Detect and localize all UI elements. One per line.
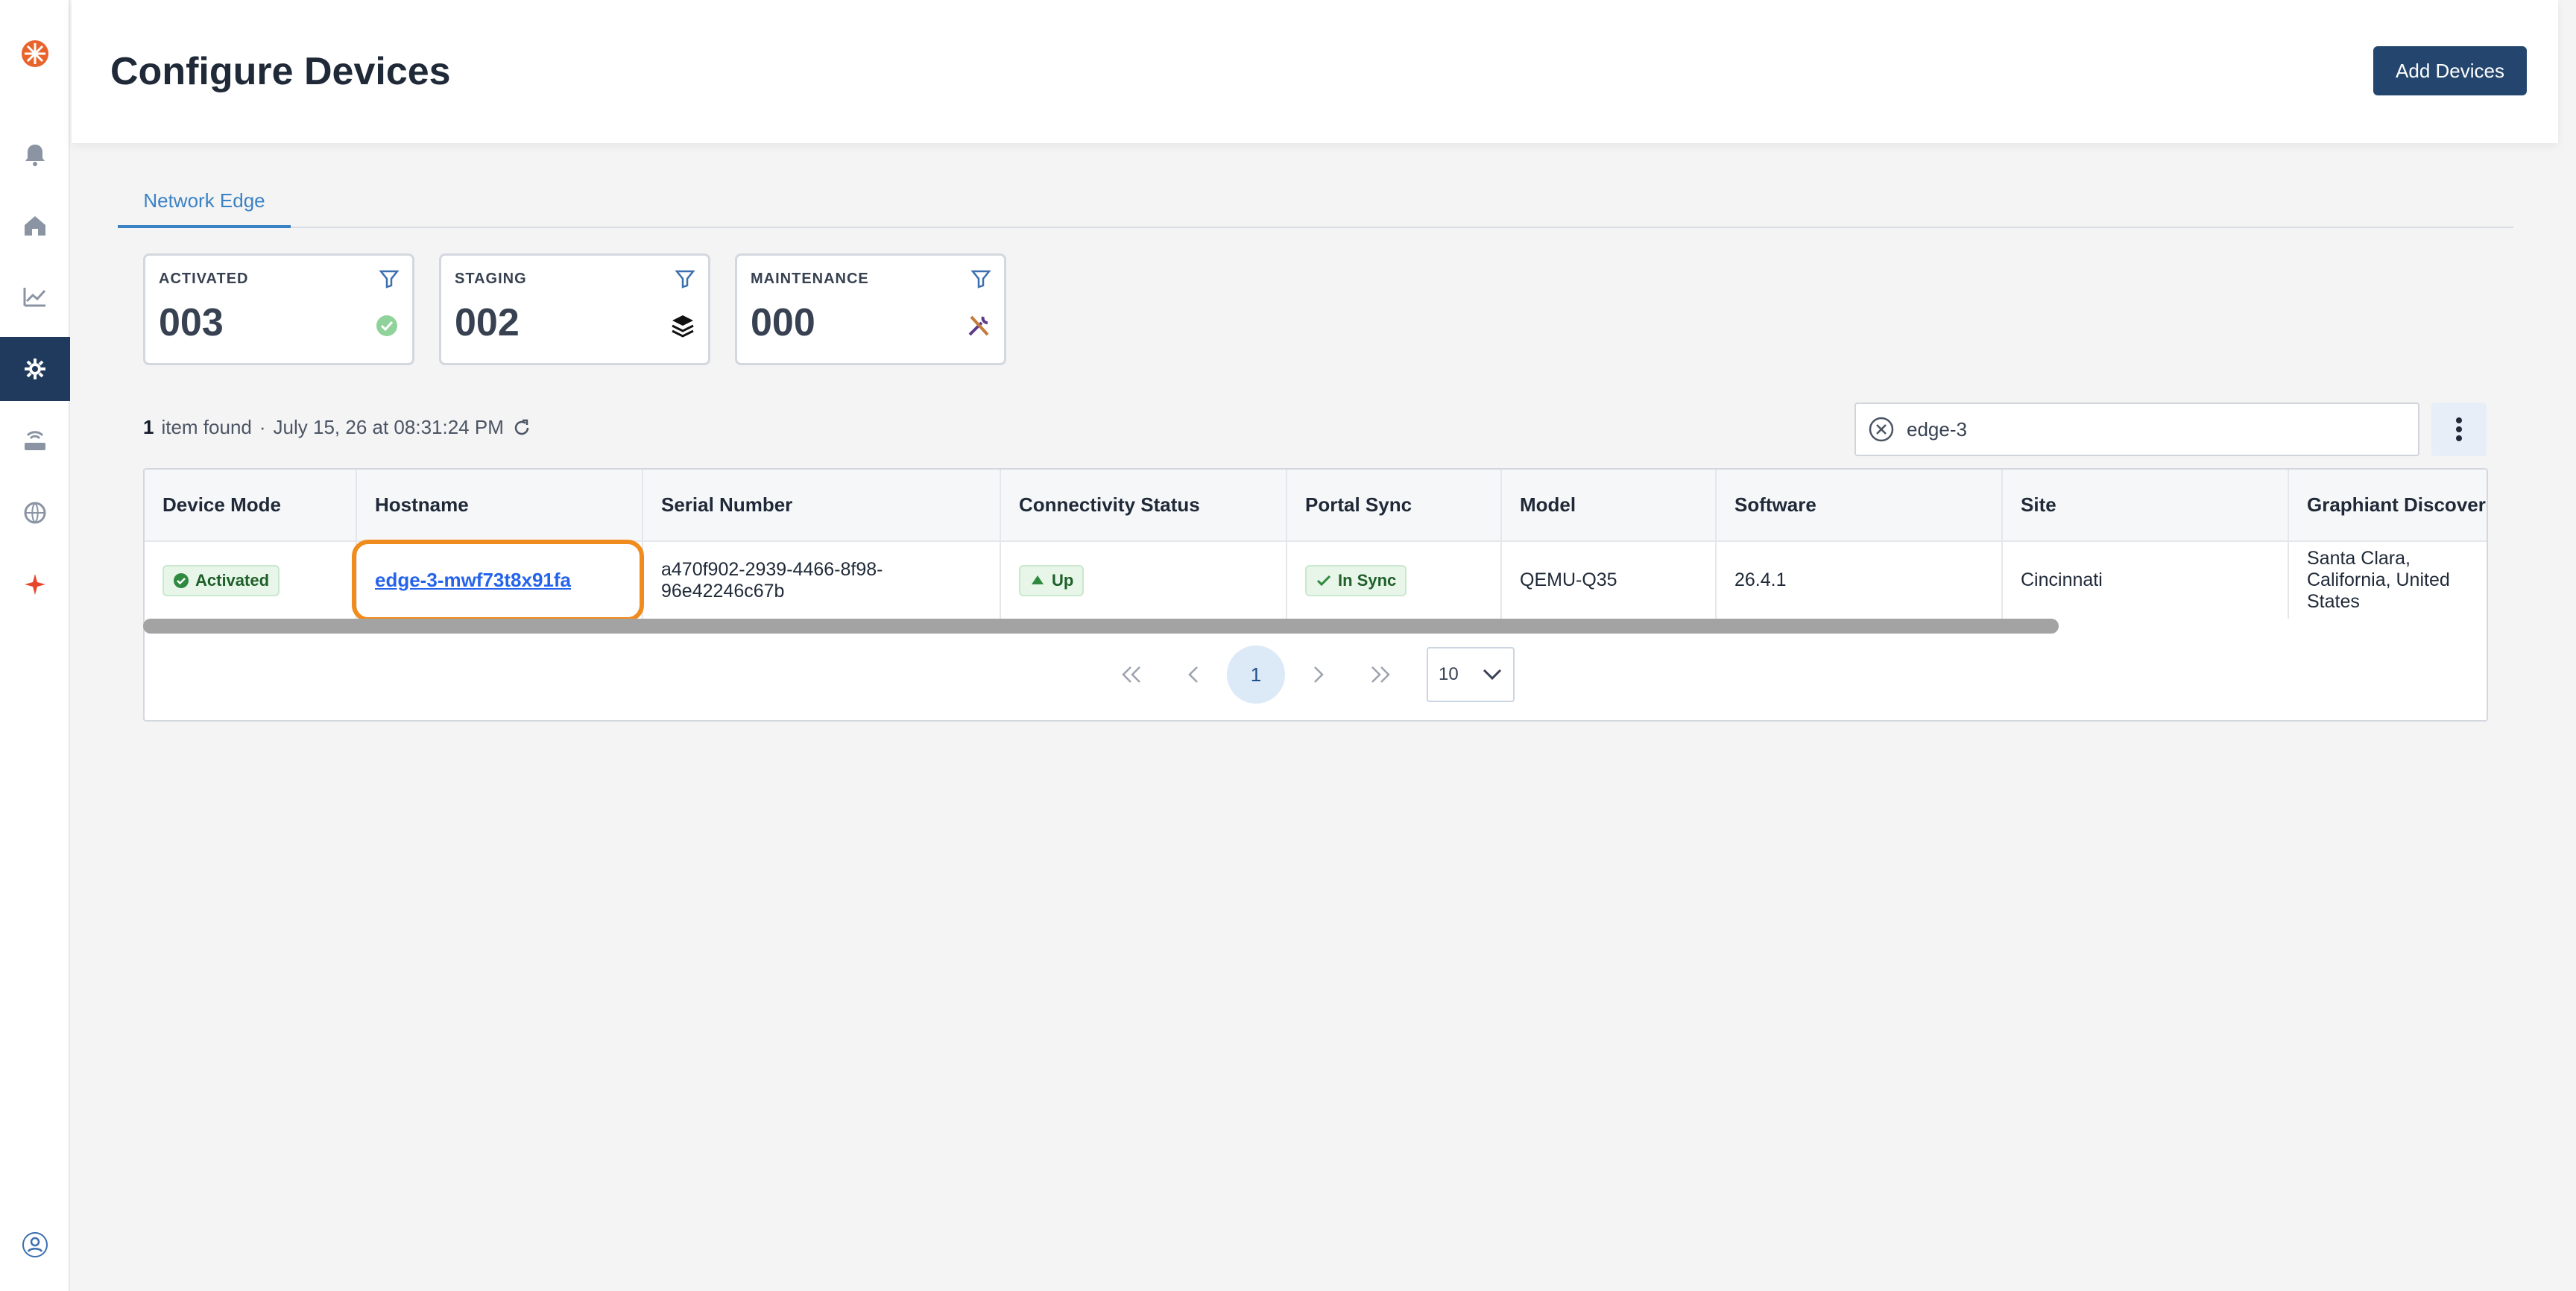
- chevron-left-icon: [1188, 666, 1198, 683]
- network-globe-icon[interactable]: [0, 483, 70, 543]
- column-header[interactable]: Model: [1501, 470, 1717, 542]
- device-mode-cell: Activated: [145, 541, 357, 619]
- column-header[interactable]: Portal Sync: [1287, 470, 1502, 542]
- tools-icon: [968, 315, 989, 336]
- stat-value: 003: [159, 301, 224, 344]
- next-page-button[interactable]: [1287, 646, 1349, 704]
- column-header[interactable]: Serial Number: [643, 470, 1001, 542]
- checkmark-icon: [1316, 575, 1331, 586]
- check-circle-icon: [376, 315, 397, 336]
- page-number-button[interactable]: 1: [1227, 646, 1285, 704]
- horizontal-scrollbar[interactable]: [143, 619, 2059, 634]
- refresh-icon[interactable]: [511, 417, 532, 438]
- model-cell: QEMU-Q35: [1501, 541, 1717, 619]
- left-nav-rail: [0, 0, 70, 1291]
- stat-card-maintenance[interactable]: MAINTENANCE 000: [735, 253, 1006, 365]
- analytics-chart-icon[interactable]: [0, 267, 70, 326]
- page-size-select[interactable]: 10: [1427, 647, 1515, 702]
- column-header[interactable]: Hostname: [356, 470, 643, 542]
- portal-sync-label: In Sync: [1338, 570, 1397, 590]
- discovered-cell: Santa Clara, California, United States: [2288, 541, 2487, 619]
- portal-sync-cell: In Sync: [1287, 541, 1502, 619]
- kebab-menu-icon: [2456, 417, 2462, 441]
- layers-icon: [672, 315, 694, 338]
- stat-label: MAINTENANCE: [751, 271, 869, 287]
- connectivity-badge: Up: [1019, 564, 1085, 596]
- check-circle-icon: [174, 572, 189, 588]
- table-row[interactable]: Activated edge-3-mwf73t8x91fa a470f902-2…: [145, 541, 2487, 619]
- site-cell: Cincinnati: [2002, 541, 2289, 619]
- stat-card-activated[interactable]: ACTIVATED 003: [143, 253, 414, 365]
- column-header[interactable]: Graphiant Discovered: [2288, 470, 2487, 542]
- page-header: Configure Devices Add Devices: [72, 0, 2558, 143]
- ai-sparkle-icon[interactable]: [0, 555, 70, 614]
- software-cell: 26.4.1: [1716, 541, 2003, 619]
- column-header[interactable]: Connectivity Status: [1000, 470, 1287, 542]
- last-page-button[interactable]: [1349, 646, 1412, 704]
- page-size-value: 10: [1439, 664, 1459, 684]
- double-chevron-right-icon: [1371, 666, 1390, 683]
- arrow-up-icon: [1032, 575, 1044, 584]
- stat-card-staging[interactable]: STAGING 002: [439, 253, 710, 365]
- router-device-icon[interactable]: [0, 411, 70, 471]
- chevron-right-icon: [1314, 666, 1324, 683]
- status-badge: Activated: [162, 564, 280, 596]
- more-options-button[interactable]: [2431, 403, 2487, 456]
- serial-number-cell: a470f902-2939-4466-8f98-96e42246c67b: [643, 541, 1001, 619]
- search-input[interactable]: [1907, 407, 2384, 452]
- column-header[interactable]: Device Mode: [145, 470, 357, 542]
- settings-gear-icon[interactable]: [0, 337, 70, 401]
- first-page-button[interactable]: [1100, 646, 1163, 704]
- connectivity-label: Up: [1052, 570, 1074, 590]
- chevron-down-icon: [1483, 669, 1502, 681]
- device-mode-label: Activated: [195, 570, 270, 590]
- page-title: Configure Devices: [110, 50, 451, 93]
- user-profile-icon[interactable]: [0, 1215, 70, 1275]
- last-updated-timestamp: July 15, 26 at 08:31:24 PM: [273, 416, 504, 438]
- stat-label: STAGING: [455, 271, 527, 287]
- result-count-label: item found: [161, 416, 252, 438]
- column-header[interactable]: Site: [2002, 470, 2289, 542]
- stat-value: 000: [751, 301, 815, 344]
- stat-value: 002: [455, 301, 520, 344]
- notifications-bell-icon[interactable]: [0, 125, 70, 185]
- hostname-link[interactable]: edge-3-mwf73t8x91fa: [375, 569, 571, 591]
- filter-funnel-icon[interactable]: [378, 268, 400, 290]
- hostname-cell: edge-3-mwf73t8x91fa: [356, 541, 643, 619]
- results-summary: 1 item found · July 15, 26 at 08:31:24 P…: [143, 416, 532, 439]
- table-header-row: Device Mode Hostname Serial Number Conne…: [145, 470, 2487, 542]
- previous-page-button[interactable]: [1163, 646, 1225, 704]
- search-box: [1854, 403, 2419, 456]
- double-chevron-left-icon: [1122, 666, 1140, 683]
- result-count: 1: [143, 416, 154, 438]
- filter-funnel-icon[interactable]: [970, 268, 992, 290]
- add-devices-button[interactable]: Add Devices: [2373, 46, 2527, 95]
- summary-separator: ·: [259, 416, 266, 438]
- clear-search-icon[interactable]: [1866, 414, 1896, 444]
- portal-sync-badge: In Sync: [1305, 564, 1407, 596]
- connectivity-cell: Up: [1000, 541, 1287, 619]
- graphiant-logo-icon[interactable]: [0, 24, 70, 83]
- pagination: 1 10: [1100, 646, 1515, 704]
- stat-label: ACTIVATED: [159, 271, 249, 287]
- tab-bar: Network Edge: [118, 176, 2513, 228]
- tab-network-edge[interactable]: Network Edge: [118, 176, 291, 228]
- home-icon[interactable]: [0, 195, 70, 255]
- column-header[interactable]: Software: [1716, 470, 2003, 542]
- filter-funnel-icon[interactable]: [674, 268, 696, 290]
